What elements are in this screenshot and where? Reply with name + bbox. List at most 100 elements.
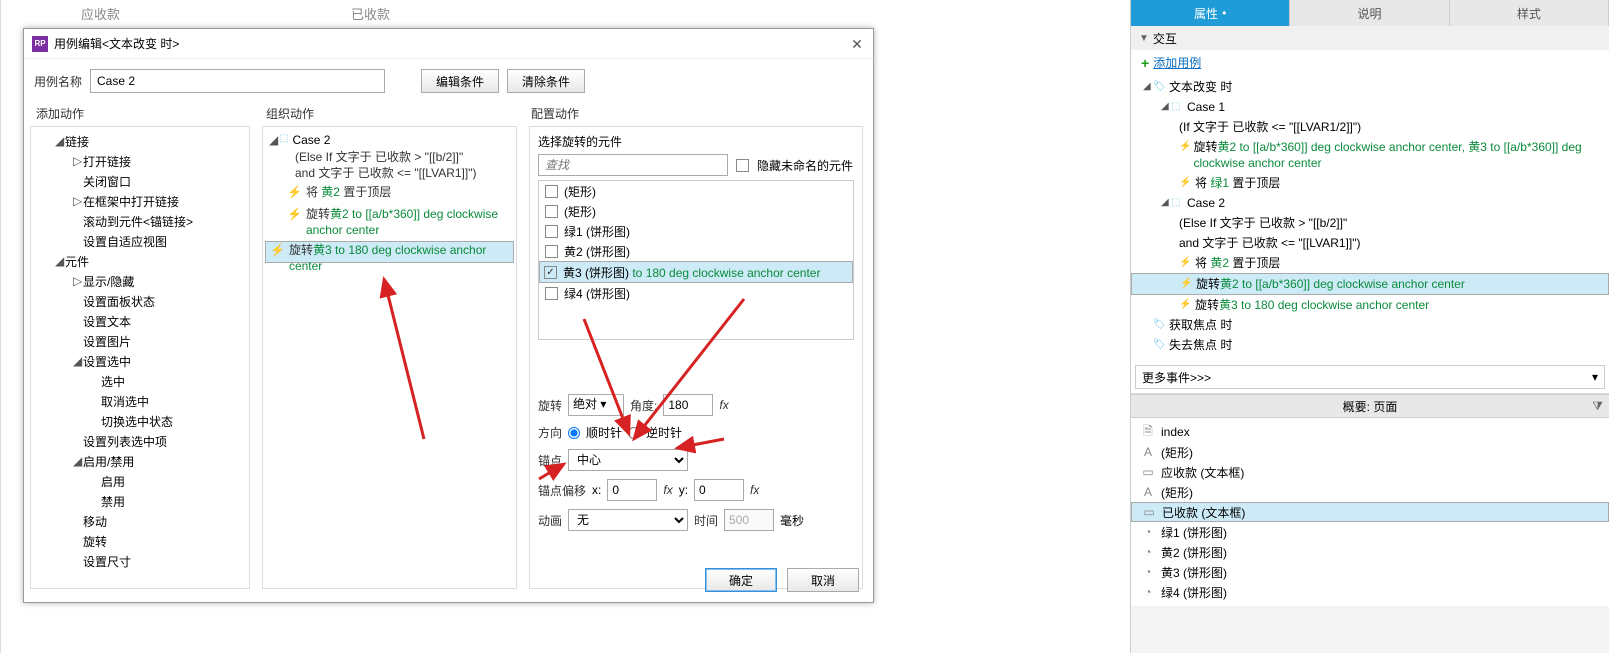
checkbox[interactable]: ✓ [544,266,557,279]
cw-radio[interactable] [568,427,580,439]
edit-condition-button[interactable]: 编辑条件 [421,69,499,93]
tab-notes[interactable]: 说明 [1290,0,1449,26]
outline-item[interactable]: A(矩形) [1131,482,1609,502]
more-events-dropdown[interactable]: 更多事件>>>▾ [1135,365,1605,389]
bolt-icon: ⚡ [1179,297,1193,313]
col-title: 组织动作 [260,101,525,126]
time-input[interactable] [724,509,774,531]
checkbox[interactable] [545,185,558,198]
action-row[interactable]: ⚡ 旋转黄2 to [[a/b*360]] deg clockwise anch… [265,203,514,241]
widget-icon: ◔ [1141,565,1155,579]
action-tree-item[interactable]: 设置面板状态 [33,291,247,311]
offset-y-input[interactable] [694,479,744,501]
case-icon: ⬚ [1171,195,1185,211]
action-tree-item[interactable]: ◢元件 [33,251,247,271]
checkbox[interactable] [545,245,558,258]
col-title: 添加动作 [30,101,260,126]
action-tree-item[interactable]: ◢链接 [33,131,247,151]
event-node[interactable]: ◢🏷获取焦点 时 [1131,315,1609,335]
clear-condition-button[interactable]: 清除条件 [507,69,585,93]
ms-label: 毫秒 [780,512,804,529]
outline-item[interactable]: ◔黄2 (饼形图) [1131,542,1609,562]
action-row[interactable]: ⚡将 黄2 置于顶层 [1131,253,1609,273]
close-icon[interactable]: ✕ [849,36,865,52]
widget-check-item[interactable]: 黄2 (饼形图) [539,241,853,261]
cancel-button[interactable]: 取消 [787,568,859,592]
outline-item[interactable]: ▭应收款 (文本框) [1131,462,1609,482]
action-row[interactable]: ⚡将 绿1 置于顶层 [1131,173,1609,193]
action-tree-item[interactable]: 关闭窗口 [33,171,247,191]
action-tree-item[interactable]: 选中 [33,371,247,391]
action-row[interactable]: ⚡ 将 黄2 置于顶层 [265,181,514,203]
bolt-icon: ⚡ [1179,139,1191,155]
outline-item[interactable]: A(矩形) [1131,442,1609,462]
fx-icon[interactable]: fx [663,483,672,497]
search-input[interactable] [538,154,728,176]
widget-icon: ◔ [1141,525,1155,539]
widget-check-item[interactable]: 绿4 (饼形图) [539,283,853,303]
action-tree-item[interactable]: 切换选中状态 [33,411,247,431]
action-tree-item[interactable]: 设置尺寸 [33,551,247,571]
action-tree-item[interactable]: 启用 [33,471,247,491]
action-row[interactable]: ⚡旋转黄3 to 180 deg clockwise anchor center [1131,295,1609,315]
hide-unnamed-checkbox[interactable] [736,159,749,172]
checkbox[interactable] [545,225,558,238]
action-tree-item[interactable]: 移动 [33,511,247,531]
action-tree-item[interactable]: 旋转 [33,531,247,551]
action-tree-item[interactable]: ◢设置选中 [33,351,247,371]
checkbox[interactable] [545,205,558,218]
action-row[interactable]: ⚡旋转黄2 to [[a/b*360]] deg clockwise ancho… [1131,273,1609,295]
widget-check-item[interactable]: (矩形) [539,181,853,201]
event-node[interactable]: ◢🏷失去焦点 时 [1131,335,1609,355]
action-tree-item[interactable]: 取消选中 [33,391,247,411]
action-tree-item[interactable]: ▷打开链接 [33,151,247,171]
case-node[interactable]: ◢⬚Case 1 [1131,97,1609,117]
action-row[interactable]: ⚡旋转黄2 to [[a/b*360]] deg clockwise ancho… [1131,137,1609,173]
widget-check-item[interactable]: (矩形) [539,201,853,221]
add-case-row: + 添加用例 [1131,50,1609,75]
outline-item[interactable]: ◔黄3 (饼形图) [1131,562,1609,582]
case-name-input[interactable] [90,69,385,93]
overview-header: 概要: 页面 ⧩ [1131,394,1609,418]
action-tree-item[interactable]: 设置图片 [33,331,247,351]
fx-icon[interactable]: fx [750,483,759,497]
action-tree-item[interactable]: 禁用 [33,491,247,511]
widget-check-item[interactable]: ✓黄3 (饼形图) to 180 deg clockwise anchor ce… [539,261,853,283]
offset-x-input[interactable] [607,479,657,501]
action-tree-item[interactable]: 设置文本 [33,311,247,331]
outline-item[interactable]: ▭已收款 (文本框) [1131,502,1609,522]
action-row[interactable]: ⚡ 旋转黄3 to 180 deg clockwise anchor cente… [265,241,514,263]
anchor-select[interactable]: 中心 [568,449,688,471]
event-node[interactable]: ◢🏷文本改变 时 [1131,77,1609,97]
case-name-label: 用例名称 [34,73,82,90]
widget-check-item[interactable]: 绿1 (饼形图) [539,221,853,241]
fx-icon[interactable]: fx [719,398,728,412]
action-tree-item[interactable]: 设置列表选中项 [33,431,247,451]
add-case-link[interactable]: 添加用例 [1153,54,1201,71]
animate-select[interactable]: 无 [568,509,688,531]
filter-icon[interactable]: ⧩ [1592,399,1603,414]
interactions-header[interactable]: ▼ 交互 [1131,26,1609,50]
action-tree-item[interactable]: ▷在框架中打开链接 [33,191,247,211]
angle-input[interactable] [663,394,713,416]
checkbox[interactable] [545,287,558,300]
ok-button[interactable]: 确定 [705,568,777,592]
case-node[interactable]: ◢ ⬚ Case 2 [265,131,514,149]
outline-item[interactable]: ◔绿4 (饼形图) [1131,582,1609,602]
rotation-mode-select[interactable]: 绝对 ▾ [568,394,624,416]
action-tree-item[interactable]: ◢启用/禁用 [33,451,247,471]
select-widget-label: 选择旋转的元件 [538,133,854,150]
tab-style[interactable]: 样式 [1450,0,1609,26]
outline-item[interactable]: ◔绿1 (饼形图) [1131,522,1609,542]
action-tree-item[interactable]: 设置自适应视图 [33,231,247,251]
canvas: 应收款 已收款 RP 用例编辑<文本改变 时> ✕ 用例名称 编辑条件 清除条件… [0,0,1130,653]
action-tree-item[interactable]: 滚动到元件<锚链接> [33,211,247,231]
ccw-radio[interactable] [628,427,640,439]
widget-icon: ▭ [1142,505,1156,519]
offset-label: 锚点偏移 [538,482,586,499]
outline-item[interactable]: 🗎index [1131,422,1609,442]
action-tree-item[interactable]: ▷显示/隐藏 [33,271,247,291]
organize-action-panel: ◢ ⬚ Case 2 (Else If 文字于 已收款 > "[[b/2]]" … [262,126,517,589]
tab-properties[interactable]: 属性• [1131,0,1290,26]
case-node[interactable]: ◢⬚Case 2 [1131,193,1609,213]
